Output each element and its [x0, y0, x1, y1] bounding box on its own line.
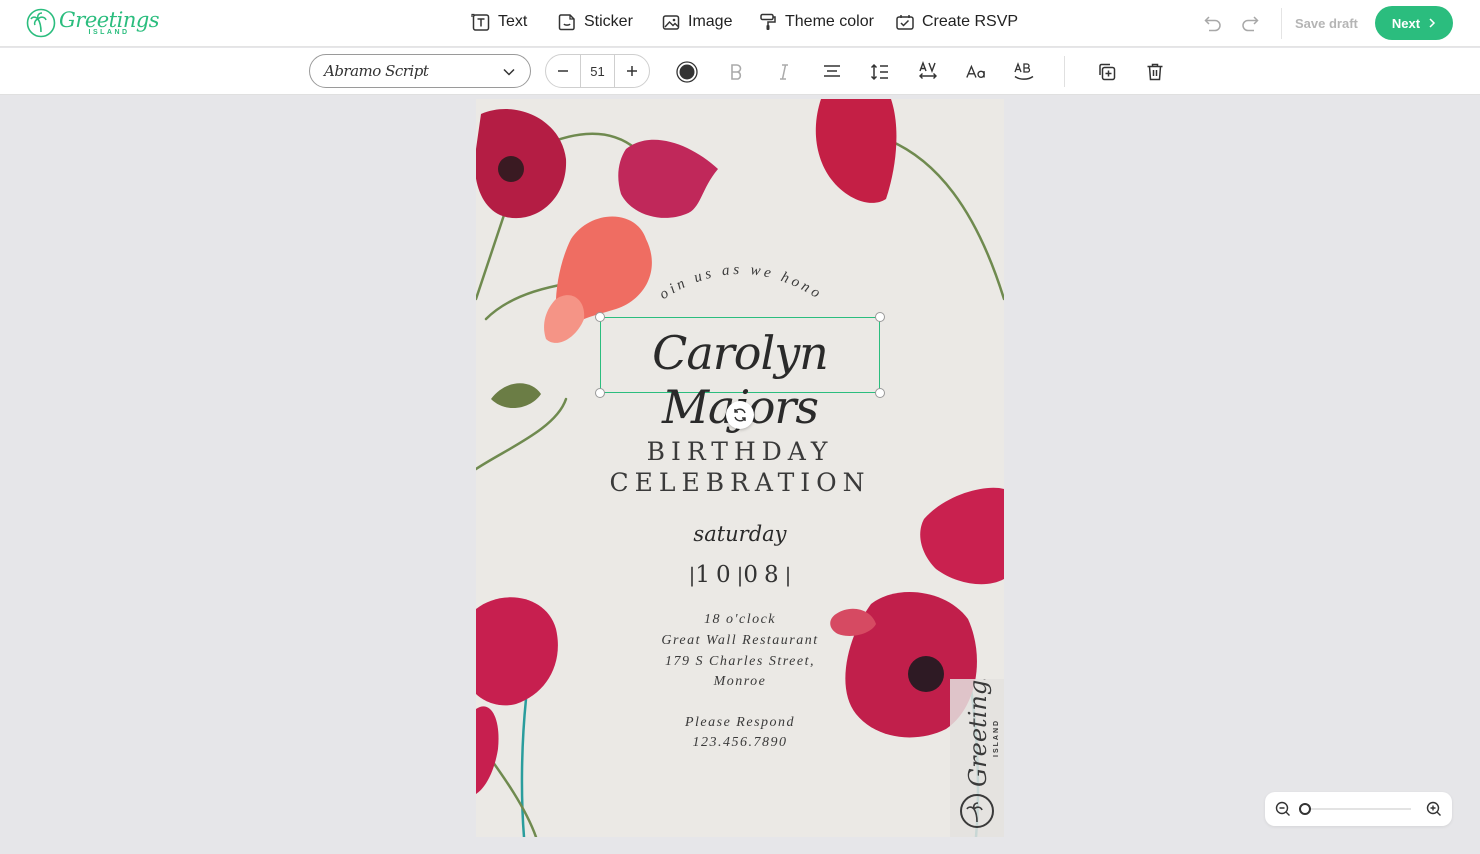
format-toolbar-divider: [1064, 56, 1065, 87]
minus-icon: [558, 70, 568, 72]
date-bar: |: [784, 563, 792, 587]
zoom-control: [1265, 792, 1452, 826]
delete-button[interactable]: [1144, 61, 1166, 83]
next-label: Next: [1391, 15, 1421, 31]
detail-line[interactable]: 18 o'clock: [476, 612, 1004, 628]
next-button[interactable]: Next: [1375, 6, 1453, 40]
duplicate-icon: [1099, 63, 1116, 81]
duplicate-button[interactable]: [1096, 61, 1118, 83]
letter-spacing-button[interactable]: [917, 61, 939, 83]
rotate-handle[interactable]: [726, 401, 754, 429]
resize-handle-top-right[interactable]: [875, 312, 885, 322]
topbar-divider: [1281, 8, 1282, 39]
logo-palm-icon: [26, 8, 56, 38]
uppercase-button[interactable]: [1013, 61, 1035, 83]
event-day[interactable]: saturday: [476, 522, 1004, 546]
image-tool-button[interactable]: Image: [661, 12, 732, 32]
format-toolbar: Abramo Script 51: [0, 48, 1480, 95]
undo-icon[interactable]: [1203, 13, 1223, 33]
zoom-slider-track[interactable]: [1305, 808, 1411, 810]
paint-roller-icon: [760, 13, 776, 30]
event-title-line-2[interactable]: CELEBRATION: [476, 468, 1004, 497]
rotate-icon: [734, 408, 746, 422]
theme-color-label: Theme color: [785, 13, 874, 30]
watermark-word: Greetings: [964, 679, 992, 787]
image-icon: [662, 15, 680, 30]
text-tool-button[interactable]: Text: [471, 12, 527, 32]
bold-button[interactable]: [725, 61, 747, 83]
logo-sub: ISLAND: [88, 29, 130, 36]
zoom-in-icon[interactable]: [1426, 801, 1442, 817]
detail-line[interactable]: Great Wall Restaurant: [476, 633, 1004, 649]
line-height-icon: [870, 63, 888, 81]
create-rsvp-button[interactable]: Create RSVP: [895, 12, 1018, 32]
bold-icon: [731, 64, 742, 80]
text-icon: [471, 13, 490, 31]
uppercase-icon: [1014, 62, 1034, 80]
rsvp-line[interactable]: Please Respond: [476, 715, 1004, 731]
sticker-icon: [558, 14, 575, 31]
theme-color-button[interactable]: Theme color: [758, 12, 874, 32]
font-size-increase-button[interactable]: [615, 54, 649, 88]
align-center-button[interactable]: [821, 61, 843, 83]
svg-text:Join us as we honor: Join us as we honor: [476, 99, 826, 303]
sticker-tool-button[interactable]: Sticker: [557, 12, 633, 32]
create-rsvp-label: Create RSVP: [922, 13, 1019, 30]
resize-handle-bottom-right[interactable]: [875, 388, 885, 398]
font-size-stepper: 51: [545, 54, 650, 88]
logo-word: Greetings: [59, 8, 160, 32]
font-size-input[interactable]: 51: [580, 54, 615, 88]
font-family-value: Abramo Script: [324, 62, 429, 80]
selected-text-box[interactable]: Carolyn Majors: [595, 312, 885, 434]
color-swatch-icon: [676, 61, 698, 83]
zoom-slider-handle[interactable]: [1299, 803, 1311, 815]
top-bar: Greetings ISLAND Text Sticker Image Them…: [0, 0, 1480, 47]
rsvp-icon: [896, 15, 914, 30]
sticker-tool-label: Sticker: [584, 13, 633, 30]
event-date[interactable]: |10|08|: [476, 562, 1004, 588]
detail-line[interactable]: Monroe: [476, 674, 1004, 690]
detail-line[interactable]: 179 S Charles Street,: [476, 654, 1004, 670]
greetings-island-logo[interactable]: Greetings ISLAND: [26, 8, 160, 38]
italic-icon: [780, 64, 788, 80]
arc-heading-text: Join us as we honor: [476, 99, 822, 303]
letter-spacing-icon: [919, 61, 937, 79]
text-color-button[interactable]: [676, 61, 698, 83]
chevron-down-icon: [503, 68, 515, 76]
delete-icon: [1147, 63, 1163, 81]
align-center-icon: [824, 65, 840, 77]
date-day: 08: [743, 562, 785, 588]
greetings-island-watermark: Greetings ISLAND: [950, 679, 1004, 837]
watermark-sub: ISLAND: [993, 719, 1000, 757]
invitation-card[interactable]: Join us as we honor Carolyn Majors BIRTH…: [476, 99, 1004, 837]
save-draft-button[interactable]: Save draft: [1295, 16, 1358, 31]
resize-handle-top-left[interactable]: [595, 312, 605, 322]
resize-handle-bottom-left[interactable]: [595, 388, 605, 398]
image-tool-label: Image: [688, 13, 733, 30]
italic-button[interactable]: [773, 61, 795, 83]
text-tool-label: Text: [498, 13, 528, 30]
text-case-button[interactable]: [965, 61, 987, 83]
font-family-select[interactable]: Abramo Script: [309, 54, 531, 88]
text-case-icon: [966, 64, 985, 79]
line-height-button[interactable]: [869, 61, 891, 83]
redo-icon[interactable]: [1240, 13, 1260, 33]
event-title-line-1[interactable]: BIRTHDAY: [476, 437, 1004, 466]
chevron-right-icon: [1429, 18, 1436, 28]
date-month: 10: [695, 562, 737, 588]
zoom-out-icon[interactable]: [1275, 801, 1291, 817]
plus-icon: [627, 66, 637, 76]
font-size-decrease-button[interactable]: [546, 54, 580, 88]
rsvp-phone[interactable]: 123.456.7890: [476, 735, 1004, 751]
